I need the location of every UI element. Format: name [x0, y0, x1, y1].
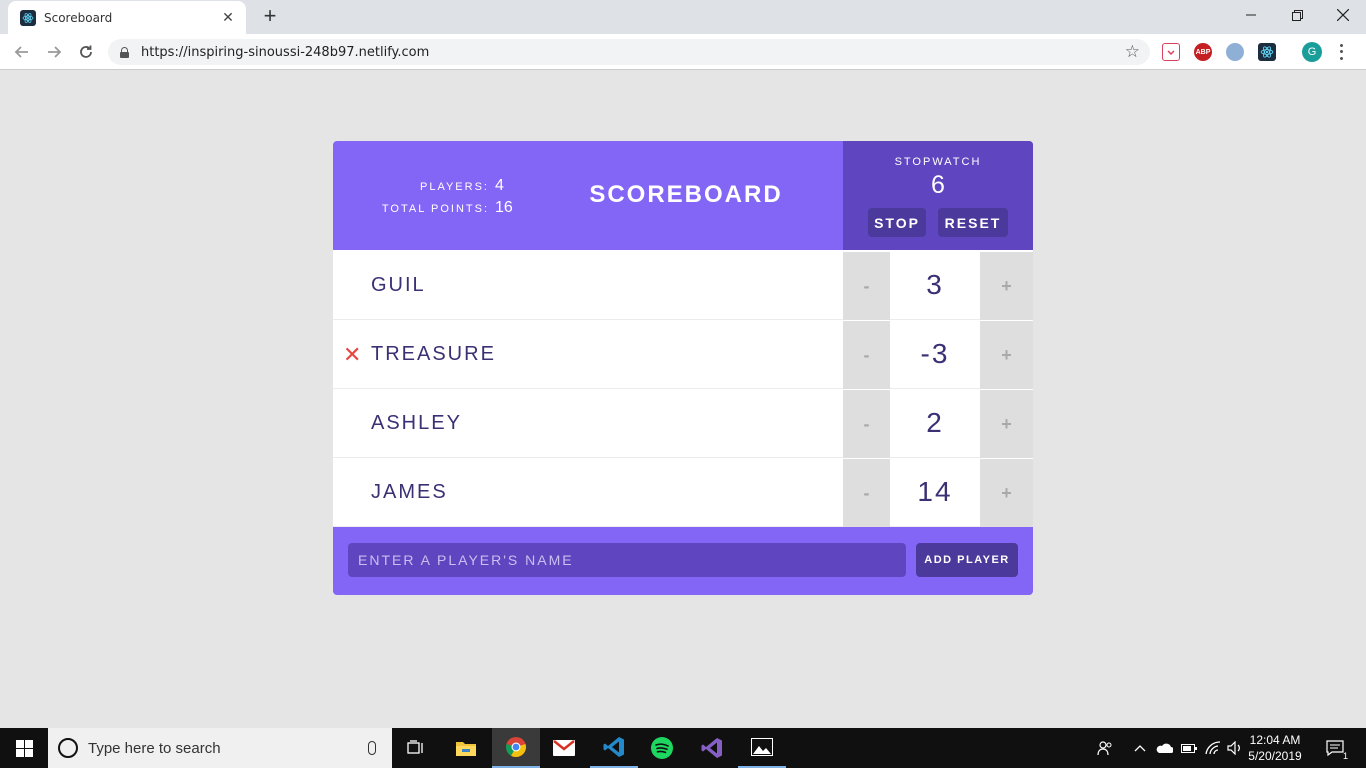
volume-icon[interactable]	[1226, 739, 1244, 757]
back-arrow-icon[interactable]	[10, 40, 34, 64]
player-name: ASHLEY	[371, 412, 462, 434]
cortana-icon	[58, 738, 78, 758]
address-bar[interactable]: https://inspiring-sinoussi-248b97.netlif…	[108, 39, 1150, 65]
start-button[interactable]	[0, 728, 48, 768]
clock-time: 12:04 AM	[1249, 733, 1301, 747]
increment-button[interactable]: +	[980, 390, 1033, 458]
stopwatch: STOPWATCH 6 STOP RESET	[843, 141, 1033, 250]
react-favicon-icon	[20, 9, 36, 26]
file-explorer-icon[interactable]	[442, 728, 490, 768]
decrement-button[interactable]: -	[843, 459, 890, 527]
scoreboard-header: PLAYERS: 4 TOTAL POINTS: 16 SCOREBOARD S…	[333, 141, 1033, 250]
player-row: ASHLEY - 2 +	[333, 390, 1033, 458]
player-score: 2	[926, 407, 944, 438]
task-view-icon[interactable]	[392, 728, 440, 768]
player-row: JAMES - 14 +	[333, 459, 1033, 527]
taskbar-clock[interactable]: 12:04 AM 5/20/2019	[1244, 732, 1306, 764]
profile-avatar[interactable]: G	[1302, 42, 1322, 62]
notifications-icon[interactable]: 1	[1324, 739, 1348, 761]
people-icon[interactable]	[1096, 739, 1114, 757]
chevron-up-icon[interactable]	[1131, 739, 1149, 757]
total-points-label: TOTAL POINTS:	[381, 203, 489, 215]
browser-tab[interactable]: Scoreboard ✕	[8, 1, 246, 34]
microphone-icon[interactable]	[368, 741, 376, 755]
clock-date: 5/20/2019	[1248, 749, 1302, 763]
stats-panel: PLAYERS: 4 TOTAL POINTS: 16	[363, 177, 515, 221]
browser-menu-icon[interactable]	[1338, 42, 1344, 62]
total-points-value: 16	[495, 199, 513, 216]
spotify-icon[interactable]	[638, 728, 686, 768]
battery-icon[interactable]	[1180, 739, 1198, 757]
page-title: SCOREBOARD	[589, 181, 783, 208]
player-score: 14	[917, 476, 953, 507]
stop-button[interactable]: STOP	[868, 208, 926, 237]
reset-button[interactable]: RESET	[938, 208, 1008, 237]
tab-close-icon[interactable]: ✕	[220, 9, 236, 26]
visual-studio-icon[interactable]	[688, 728, 736, 768]
pocket-icon[interactable]	[1162, 43, 1180, 61]
player-name: TREASURE	[371, 343, 496, 365]
minimize-button[interactable]	[1228, 0, 1274, 30]
increment-button[interactable]: +	[980, 459, 1033, 527]
search-placeholder: Type here to search	[88, 739, 221, 757]
player-row: ✕ TREASURE - -3 +	[333, 321, 1033, 389]
url-text: https://inspiring-sinoussi-248b97.netlif…	[141, 44, 430, 60]
stopwatch-time: 6	[931, 171, 945, 199]
decrement-button[interactable]: -	[843, 321, 890, 389]
tab-title: Scoreboard	[44, 10, 113, 25]
increment-button[interactable]: +	[980, 321, 1033, 389]
restore-button[interactable]	[1274, 0, 1320, 30]
vscode-icon[interactable]	[590, 728, 638, 768]
bookmark-star-icon[interactable]: ☆	[1125, 42, 1140, 62]
total-points-stat: TOTAL POINTS: 16	[363, 199, 515, 221]
chrome-taskbar-icon[interactable]	[492, 728, 540, 768]
stopwatch-label: STOPWATCH	[894, 156, 982, 168]
adblock-plus-icon[interactable]: ABP	[1194, 43, 1212, 61]
players-stat: PLAYERS: 4	[363, 177, 515, 199]
browser-tab-strip: Scoreboard ✕ +	[0, 0, 1366, 34]
increment-button[interactable]: +	[980, 252, 1033, 320]
reload-icon[interactable]	[74, 40, 98, 64]
taskbar: Type here to search 12:04 AM 5/20/2019 1	[0, 728, 1366, 768]
decrement-button[interactable]: -	[843, 252, 890, 320]
taskbar-search[interactable]: Type here to search	[48, 728, 392, 768]
close-window-button[interactable]	[1320, 0, 1366, 30]
notification-count: 1	[1342, 751, 1348, 761]
player-name: GUIL	[371, 274, 426, 296]
player-name-input[interactable]	[348, 543, 906, 577]
player-name: JAMES	[371, 481, 448, 503]
player-row: GUIL - 3 +	[333, 252, 1033, 320]
extension-icon[interactable]	[1226, 43, 1244, 61]
forward-arrow-icon[interactable]	[42, 40, 66, 64]
scoreboard: PLAYERS: 4 TOTAL POINTS: 16 SCOREBOARD S…	[333, 141, 1033, 595]
new-tab-button[interactable]: +	[258, 5, 282, 28]
wifi-icon[interactable]	[1204, 739, 1222, 757]
remove-player-icon[interactable]: ✕	[343, 343, 361, 367]
lock-icon	[120, 46, 129, 58]
decrement-button[interactable]: -	[843, 390, 890, 458]
onedrive-icon[interactable]	[1155, 739, 1173, 757]
add-player-button[interactable]: ADD PLAYER	[916, 543, 1018, 577]
player-score: 3	[926, 269, 944, 300]
gmail-icon[interactable]	[540, 728, 588, 768]
windows-logo-icon	[15, 739, 33, 757]
react-devtools-icon[interactable]	[1258, 43, 1276, 61]
browser-toolbar: https://inspiring-sinoussi-248b97.netlif…	[0, 34, 1366, 70]
players-label: PLAYERS:	[420, 181, 489, 193]
photos-icon[interactable]	[738, 728, 786, 768]
player-score: -3	[920, 338, 950, 369]
players-count: 4	[495, 177, 504, 194]
add-player-form: ADD PLAYER	[333, 527, 1033, 595]
